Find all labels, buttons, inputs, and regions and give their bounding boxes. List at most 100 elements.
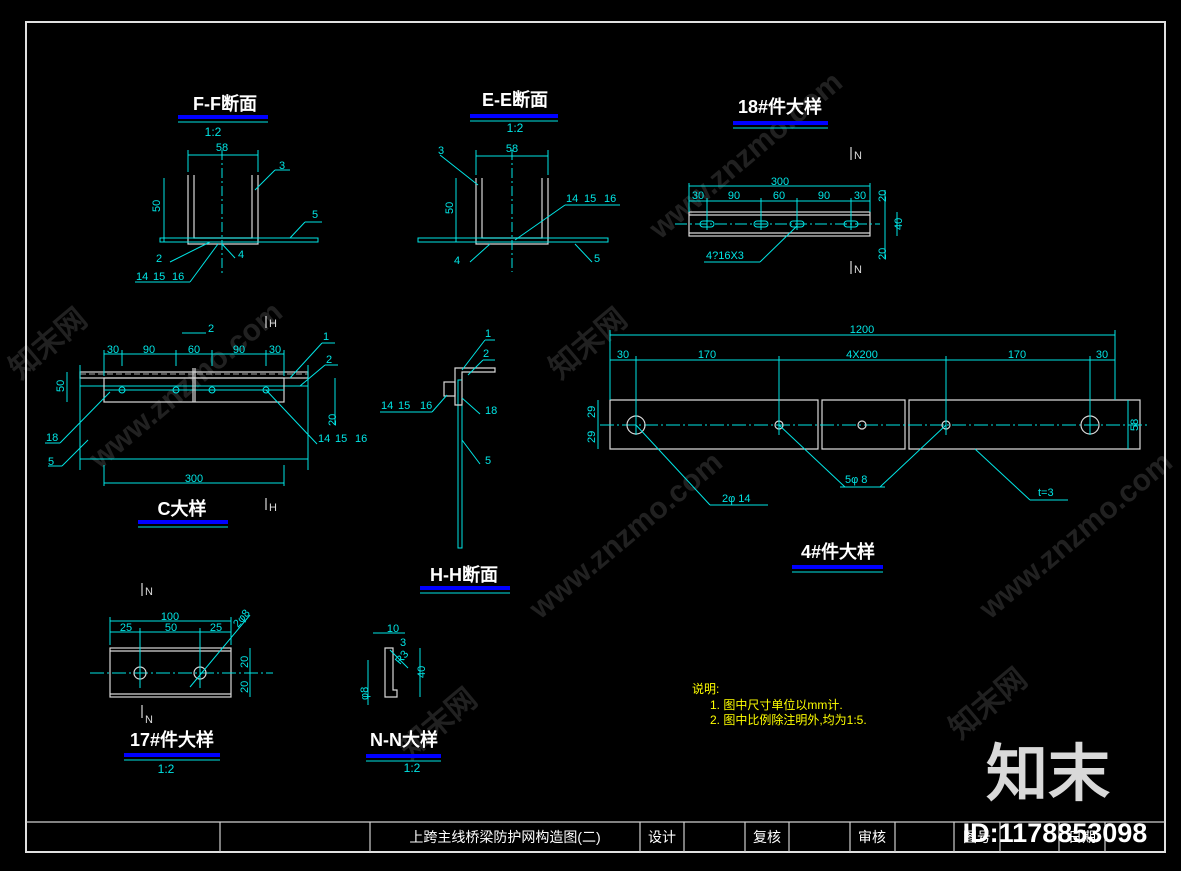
- svg-text:170: 170: [1008, 349, 1026, 361]
- view-part-17: 17#件大样 1:2 100 25 50 25 2φ8 20 20 N N: [90, 583, 273, 776]
- svg-text:30: 30: [1096, 349, 1108, 361]
- svg-text:N: N: [854, 264, 862, 276]
- view-title: 4#件大样: [801, 541, 875, 562]
- svg-text:25: 25: [120, 622, 132, 634]
- svg-text:1: 1: [323, 331, 329, 343]
- svg-text:知末网: 知末网: [943, 662, 1033, 745]
- svg-text:1200: 1200: [850, 324, 874, 336]
- svg-text:16: 16: [604, 193, 616, 205]
- notes: 说明: 1. 图中尺寸单位以mm计. 2. 图中比例除注明外,均为1:5.: [692, 681, 867, 727]
- view-title: N-N大样: [370, 729, 438, 750]
- svg-text:50: 50: [55, 380, 67, 392]
- svg-text:14: 14: [381, 400, 393, 412]
- svg-text:15: 15: [153, 271, 165, 283]
- svg-text:知末网: 知末网: [543, 302, 633, 385]
- view-title: H-H断面: [430, 564, 498, 585]
- svg-text:5: 5: [594, 253, 600, 265]
- svg-text:14: 14: [136, 271, 148, 283]
- view-title: E-E断面: [482, 89, 548, 110]
- approve-label: 审核: [858, 829, 886, 845]
- svg-text:30: 30: [692, 190, 704, 202]
- svg-text:90: 90: [818, 190, 830, 202]
- svg-text:2: 2: [483, 348, 489, 360]
- svg-text:4X200: 4X200: [846, 349, 878, 361]
- svg-text:10: 10: [387, 623, 399, 635]
- svg-text:2φ8: 2φ8: [231, 607, 253, 630]
- view-ee-section: E-E断面 1:2 58 50 3 14 15 16 4 5: [417, 89, 620, 272]
- svg-text:H: H: [269, 318, 277, 330]
- view-part-18: 18#件大样 300 30 90 60 90 30 20 40 20 4?16X…: [675, 96, 905, 276]
- svg-text:20: 20: [239, 656, 251, 668]
- svg-text:t=3: t=3: [1038, 487, 1054, 499]
- svg-text:4: 4: [454, 255, 460, 267]
- svg-text:58: 58: [1129, 419, 1141, 431]
- svg-text:2: 2: [156, 253, 162, 265]
- svg-text:2φ 14: 2φ 14: [722, 493, 751, 505]
- svg-text:58: 58: [506, 143, 518, 155]
- watermark-id: ID:1178853098: [963, 818, 1148, 848]
- svg-text:18: 18: [485, 405, 497, 417]
- svg-text:2: 2: [208, 323, 214, 335]
- svg-text:30: 30: [617, 349, 629, 361]
- svg-text:90: 90: [728, 190, 740, 202]
- svg-text:60: 60: [773, 190, 785, 202]
- svg-text:5: 5: [312, 209, 318, 221]
- svg-text:20: 20: [877, 190, 889, 202]
- svg-text:14: 14: [566, 193, 578, 205]
- review-label: 复核: [753, 829, 781, 845]
- svg-text:www.znzmo.com: www.znzmo.com: [523, 445, 729, 626]
- svg-text:15: 15: [335, 433, 347, 445]
- svg-text:300: 300: [771, 176, 789, 188]
- view-title: F-F断面: [193, 93, 257, 114]
- svg-text:3: 3: [279, 160, 285, 172]
- svg-text:30: 30: [107, 344, 119, 356]
- svg-text:N: N: [854, 150, 862, 162]
- svg-text:90: 90: [143, 344, 155, 356]
- cad-drawing: 上跨主线桥梁防护网构造图(二) 设计 复核 审核 图号 日期 www.znzmo…: [3, 21, 1179, 853]
- svg-text:29: 29: [586, 406, 598, 418]
- svg-text:30: 30: [854, 190, 866, 202]
- svg-text:R3: R3: [393, 648, 411, 666]
- svg-text:60: 60: [188, 344, 200, 356]
- svg-text:N: N: [145, 714, 153, 726]
- svg-text:20: 20: [877, 248, 889, 260]
- svg-text:φ8: φ8: [359, 687, 371, 700]
- svg-text:16: 16: [420, 400, 432, 412]
- svg-text:4: 4: [238, 249, 244, 261]
- svg-text:N: N: [145, 586, 153, 598]
- svg-text:20: 20: [327, 414, 339, 426]
- notes-heading: 说明:: [692, 681, 719, 696]
- view-ff-section: F-F断面 1:2 58 50 3 5 2 4 14 15 16: [135, 93, 322, 283]
- svg-text:50: 50: [151, 200, 163, 212]
- svg-text:58: 58: [216, 142, 228, 154]
- svg-text:50: 50: [444, 202, 456, 214]
- svg-text:5φ 8: 5φ 8: [845, 474, 867, 486]
- svg-text:3: 3: [400, 637, 406, 649]
- design-label: 设计: [648, 829, 676, 845]
- svg-text:4?16X3: 4?16X3: [706, 250, 744, 262]
- svg-text:www.znzmo.com: www.znzmo.com: [643, 65, 849, 246]
- watermark-logo: 知末: [986, 740, 1110, 809]
- svg-text:90: 90: [233, 344, 245, 356]
- svg-text:170: 170: [698, 349, 716, 361]
- svg-text:15: 15: [584, 193, 596, 205]
- svg-text:16: 16: [355, 433, 367, 445]
- view-title: 18#件大样: [738, 96, 822, 117]
- drawing-title: 上跨主线桥梁防护网构造图(二): [409, 829, 600, 845]
- view-title: 17#件大样: [130, 729, 214, 750]
- svg-text:300: 300: [185, 473, 203, 485]
- svg-text:1:2: 1:2: [404, 761, 421, 775]
- svg-text:1:2: 1:2: [507, 121, 524, 135]
- svg-text:3: 3: [438, 145, 444, 157]
- view-title: C大样: [158, 498, 207, 519]
- svg-text:30: 30: [269, 344, 281, 356]
- svg-text:知末网: 知末网: [393, 682, 483, 765]
- svg-text:15: 15: [398, 400, 410, 412]
- view-hh-section: H-H断面 1 2 14 15 16 18 5: [380, 328, 510, 594]
- note-item: 2. 图中比例除注明外,均为1:5.: [710, 712, 867, 727]
- svg-text:14: 14: [318, 433, 330, 445]
- svg-text:50: 50: [165, 622, 177, 634]
- svg-text:H: H: [269, 502, 277, 514]
- svg-text:20: 20: [239, 681, 251, 693]
- svg-text:29: 29: [586, 431, 598, 443]
